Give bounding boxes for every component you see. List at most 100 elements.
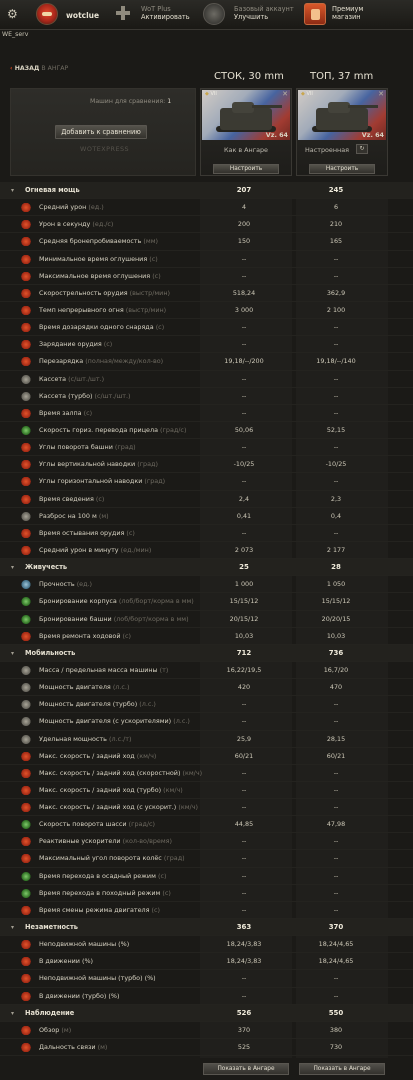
reset-icon[interactable]: ↻ — [356, 144, 368, 154]
row-label-text: Максимальное время оглушения — [39, 271, 151, 280]
premium-shop-icon[interactable] — [304, 3, 326, 25]
row-label: Углы горизонтальной наводки (град) — [39, 473, 165, 490]
table-row: Бронирование башни (лоб/борт/корма в мм)… — [0, 611, 413, 628]
section-header[interactable]: ▾ Живучесть 25 28 — [0, 559, 413, 577]
value-top: 18,24/4,65 — [318, 940, 354, 949]
row-label: Макс. скорость / задний ход (скоростной)… — [39, 765, 202, 782]
show-in-hangar-button[interactable]: Показать в Ангаре — [203, 1063, 289, 1075]
account-button[interactable]: Базовый аккаунт Улучшить — [234, 5, 294, 21]
row-label: Огневая мощь — [25, 182, 80, 199]
configure-button[interactable]: Настроить — [309, 164, 375, 174]
avatar[interactable] — [36, 3, 58, 25]
close-icon[interactable]: ✕ — [282, 90, 288, 98]
value-top: -- — [333, 271, 339, 280]
stat-icon — [21, 768, 31, 778]
row-label-text: В движении (%) — [39, 957, 94, 966]
section-header[interactable]: ▾ Незаметность 363 370 — [0, 919, 413, 937]
wot-plus-icon[interactable] — [116, 6, 130, 20]
value-top: -- — [333, 254, 339, 263]
value-stock: -- — [241, 871, 247, 880]
chevron-down-icon[interactable]: ▾ — [11, 919, 14, 936]
stats-table: ▾ Огневая мощь 207 245 Средний урон (ед.) 4 6 У… — [0, 182, 413, 1057]
add-to-compare-button[interactable]: Добавить к сравнению — [55, 125, 147, 139]
row-label-text: Время смены режима двигателя — [39, 905, 150, 914]
row-unit: (м) — [97, 1043, 108, 1052]
row-unit: (с) — [149, 254, 158, 263]
value-top: 20/20/15 — [321, 614, 351, 623]
chevron-down-icon[interactable]: ▾ — [11, 182, 14, 199]
value-top: -- — [333, 340, 339, 349]
row-unit: (с) — [83, 408, 93, 417]
value-top: -- — [333, 391, 339, 400]
table-row: Разброс на 100 м (м) 0,41 0,4 — [0, 508, 413, 525]
value-stock: 25,9 — [236, 734, 252, 743]
row-label-text: Реактивные ускорители — [39, 837, 121, 846]
stat-icon — [21, 700, 31, 710]
row-label-text: Макс. скорость / задний ход — [39, 751, 135, 760]
value-stock: 1 000 — [234, 580, 254, 589]
show-in-hangar-button[interactable]: Показать в Ангаре — [299, 1063, 385, 1075]
chevron-down-icon[interactable]: ▾ — [11, 1005, 14, 1022]
account-icon[interactable] — [203, 3, 225, 25]
back-button[interactable]: ‹ НАЗАД В АНГАР — [10, 65, 68, 72]
row-unit: (с) — [126, 528, 135, 537]
stat-icon — [21, 408, 31, 418]
row-unit: (град/с) — [160, 425, 187, 434]
value-top: -10/25 — [325, 460, 347, 469]
stat-icon — [21, 357, 31, 367]
premium-shop-button[interactable]: Премиум магазин — [332, 5, 363, 21]
row-label: Прочность (ед.) — [39, 576, 92, 593]
row-label-text: Время дозарядки одного снаряда — [39, 323, 154, 332]
row-label-text: Разброс на 100 м — [39, 511, 97, 520]
back-context: В АНГАР — [41, 65, 69, 72]
row-unit: (град) — [137, 460, 158, 469]
section-header[interactable]: ▾ Наблюдение 526 550 — [0, 1004, 413, 1022]
tank-card-stock: VII ✕ Vz. 64 Как в Ангаре Настроить — [200, 88, 292, 176]
value-stock: -- — [241, 785, 247, 794]
row-label: Макс. скорость / задний ход (км/ч) — [39, 748, 156, 765]
stat-icon — [21, 854, 31, 864]
chevron-down-icon[interactable]: ▾ — [11, 559, 14, 576]
value-stock: -- — [241, 528, 247, 537]
table-row: Углы поворота башни (град) -- -- — [0, 439, 413, 457]
chevron-down-icon[interactable]: ▾ — [11, 645, 14, 662]
table-row: Макс. скорость / задний ход (с ускорит.)… — [0, 799, 413, 817]
stat-icon — [21, 545, 31, 555]
value-top: 736 — [328, 648, 344, 657]
value-top: -- — [333, 888, 339, 897]
stat-icon — [21, 254, 31, 264]
section-header[interactable]: ▾ Огневая мощь 207 245 — [0, 182, 413, 200]
player-nickname[interactable]: wotclue — [66, 11, 99, 20]
table-row: Прочность (ед.) 1 000 1 050 — [0, 576, 413, 594]
tank-name: Vz. 64 — [361, 131, 384, 139]
table-row: Бронирование корпуса (лоб/борт/корма в м… — [0, 593, 413, 611]
row-label-text: Неподвижной машины (%) — [39, 940, 130, 949]
row-unit: (с/шт./шт.) — [68, 374, 105, 383]
row-label-text: Макс. скорость / задний ход (турбо) — [39, 785, 162, 794]
value-top: 10,03 — [326, 631, 346, 640]
stat-icon — [21, 803, 31, 813]
account-action: Улучшить — [234, 13, 269, 21]
stat-icon — [21, 957, 31, 967]
row-label: Мощность двигателя (турбо) (л.с.) — [39, 696, 156, 713]
value-stock: 10,03 — [234, 631, 254, 640]
value-top: 0,4 — [330, 511, 342, 520]
configure-button[interactable]: Настроить — [213, 164, 279, 174]
close-icon[interactable]: ✕ — [378, 90, 384, 98]
table-row: Время ремонта ходовой (с) 10,03 10,03 — [0, 628, 413, 645]
row-label: В движении (турбо) (%) — [39, 988, 119, 1005]
row-label-text: Скорость поворота шасси — [39, 820, 127, 829]
value-top: -- — [333, 803, 339, 812]
row-label: Мощность двигателя (л.с.) — [39, 679, 129, 696]
wot-plus-action: Активировать — [141, 13, 190, 21]
gear-icon[interactable]: ⚙ — [7, 8, 20, 21]
premium-shop-line2: магазин — [332, 13, 361, 21]
stat-icon — [21, 665, 31, 675]
top-bar: ⚙ wotclue WoT Plus Активировать Базовый … — [0, 0, 413, 30]
row-label: Незаметность — [25, 919, 78, 936]
section-header[interactable]: ▾ Мобильность 712 736 — [0, 644, 413, 662]
value-stock: -- — [241, 854, 247, 863]
stat-icon — [21, 477, 31, 487]
value-stock: -10/25 — [233, 460, 255, 469]
wot-plus-button[interactable]: WoT Plus Активировать — [141, 5, 190, 21]
